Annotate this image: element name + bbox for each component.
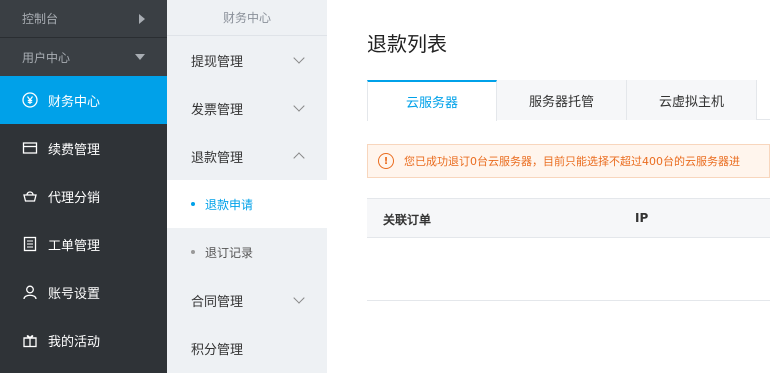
- bullet-dot-icon: [191, 202, 195, 206]
- subnav-item-label: 发票管理: [191, 102, 244, 118]
- warning-icon: !: [378, 153, 394, 169]
- sidebar-item-label: 我的活动: [48, 334, 101, 350]
- subnav-item-invoice[interactable]: 发票管理: [167, 84, 327, 132]
- sidebar-item-label: 财务中心: [48, 94, 101, 110]
- sidebar-item-tickets[interactable]: 工单管理: [0, 220, 167, 268]
- console-label: 控制台: [22, 12, 59, 26]
- sidebar-item-label: 工单管理: [48, 238, 101, 254]
- chevron-down-icon: [293, 292, 305, 304]
- subnav-item-label: 积分管理: [191, 342, 244, 358]
- subnav-item-withdraw[interactable]: 提现管理: [167, 36, 327, 84]
- sidebar-item-renewal[interactable]: 续费管理: [0, 124, 167, 172]
- subnav-item-label: 退款申请: [205, 197, 254, 212]
- sidebar-item-label: 代理分销: [48, 190, 101, 206]
- tab-cloud-server[interactable]: 云服务器: [367, 80, 497, 121]
- chevron-down-icon: [293, 100, 305, 112]
- gift-icon: [22, 332, 38, 348]
- page-title: 退款列表: [367, 32, 447, 56]
- sidebar-item-label: 账号设置: [48, 286, 101, 302]
- subnav-item-label: 合同管理: [191, 294, 244, 310]
- tab-bar: 云服务器 服务器托管 云虚拟主机: [367, 80, 770, 121]
- sidebar-item-finance[interactable]: 财务中心: [0, 76, 167, 124]
- subnav-item-refund-apply[interactable]: 退款申请: [167, 180, 327, 228]
- sidebar-item-activities[interactable]: 我的活动: [0, 316, 167, 364]
- column-header-order: 关联订单: [383, 213, 432, 227]
- main-sidebar: 控制台 用户中心 财务中心 续费管理 代理分销 工单管理 账号设置 我的活动: [0, 0, 167, 373]
- main-content: 退款列表 云服务器 服务器托管 云虚拟主机 ! 您已成功退订0台云服务器，目前只…: [327, 0, 770, 373]
- sidebar-item-label: 续费管理: [48, 142, 101, 158]
- subnav-title: 财务中心: [167, 0, 327, 36]
- card-icon: [22, 140, 38, 156]
- yen-circle-icon: [22, 92, 38, 108]
- user-icon: [22, 284, 38, 300]
- subnav-item-unsubscribe-records[interactable]: 退订记录: [167, 228, 327, 276]
- finance-subnav: 财务中心 提现管理 发票管理 退款管理 退款申请 退订记录 合同管理 积分管理: [167, 0, 327, 373]
- table-header: 关联订单 IP: [367, 198, 770, 238]
- basket-icon: [22, 188, 38, 204]
- chevron-up-icon: [293, 152, 305, 164]
- bullet-dot-icon: [191, 250, 195, 254]
- caret-down-icon: [135, 54, 145, 60]
- tab-virtual-host[interactable]: 云虚拟主机: [627, 80, 757, 120]
- sidebar-item-agent[interactable]: 代理分销: [0, 172, 167, 220]
- caret-right-icon: [139, 13, 145, 24]
- notice-text: 您已成功退订0台云服务器，目前只能选择不超过400台的云服务器进: [404, 155, 740, 168]
- subnav-item-label: 退款管理: [191, 150, 244, 166]
- subnav-item-contract[interactable]: 合同管理: [167, 276, 327, 324]
- tab-server-hosting[interactable]: 服务器托管: [497, 80, 627, 120]
- document-icon: [22, 236, 38, 252]
- subnav-item-points[interactable]: 积分管理: [167, 324, 327, 372]
- chevron-down-icon: [293, 52, 305, 64]
- sidebar-item-account[interactable]: 账号设置: [0, 268, 167, 316]
- column-header-ip: IP: [635, 211, 649, 225]
- subnav-item-refund[interactable]: 退款管理: [167, 132, 327, 180]
- user-center-label: 用户中心: [22, 50, 71, 65]
- user-center-toggle[interactable]: 用户中心: [0, 38, 167, 76]
- table-divider: [367, 300, 770, 301]
- subnav-item-label: 提现管理: [191, 54, 244, 70]
- warning-notice: ! 您已成功退订0台云服务器，目前只能选择不超过400台的云服务器进: [367, 144, 770, 178]
- subnav-item-label: 退订记录: [205, 245, 254, 260]
- console-link[interactable]: 控制台: [0, 0, 167, 38]
